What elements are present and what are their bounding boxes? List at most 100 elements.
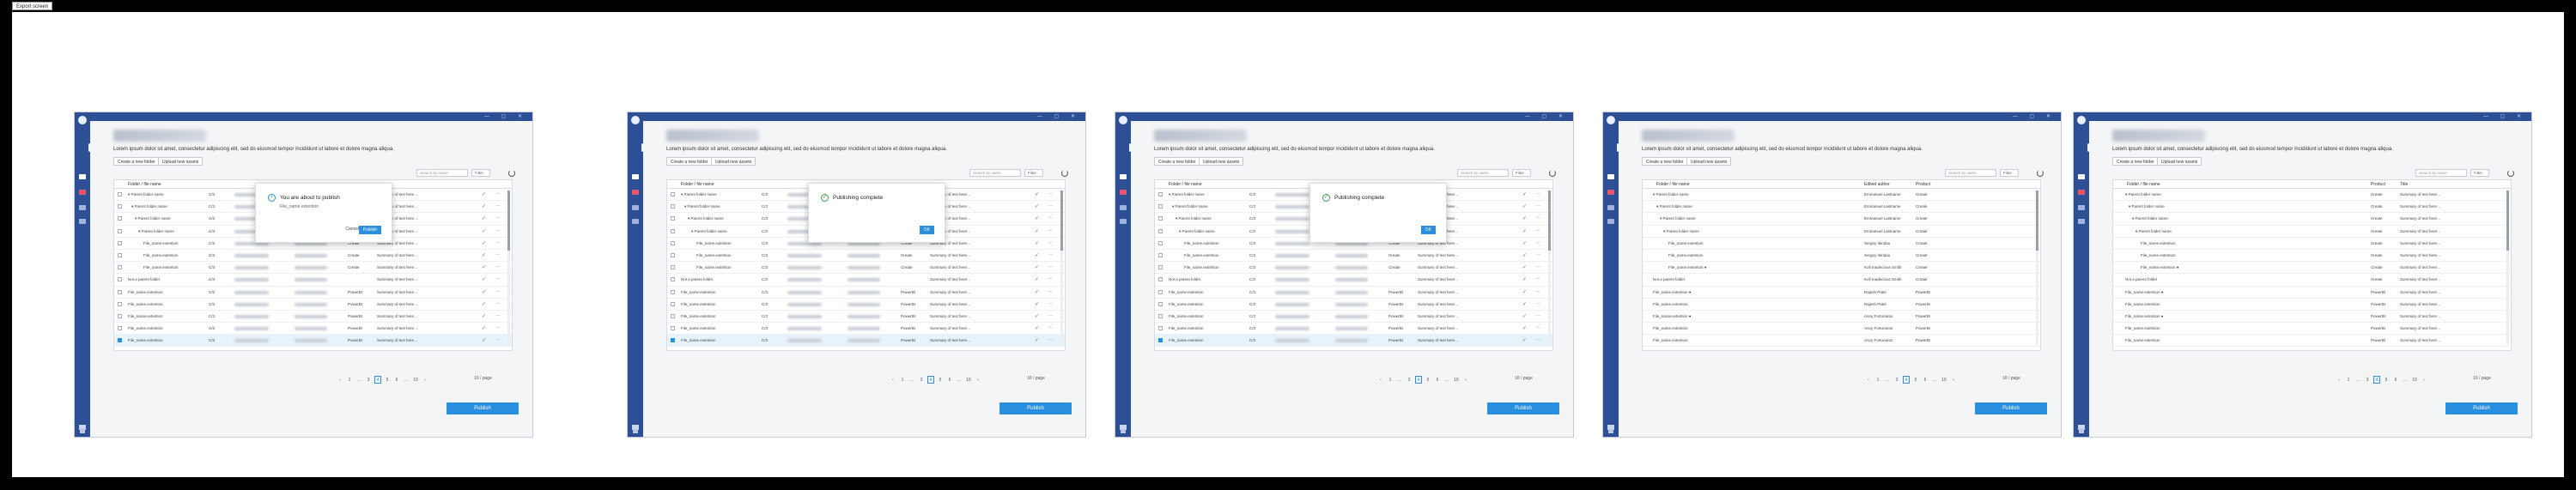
filter-dropdown[interactable]: Filter xyxy=(1024,169,1043,177)
table-scrollbar[interactable] xyxy=(507,191,510,345)
app-sidebar xyxy=(1115,112,1133,437)
upload-assets-button[interactable]: Upload new assets xyxy=(711,157,756,166)
col-folder-file[interactable]: Folder / file name xyxy=(128,182,161,187)
search-input[interactable]: Search by name xyxy=(969,169,1021,177)
filter-dropdown[interactable]: Filter xyxy=(1512,169,1531,177)
row-name: File_name.extention xyxy=(128,326,163,331)
footer-icon xyxy=(80,429,85,433)
nav-icon[interactable] xyxy=(632,205,639,210)
col-folder-file[interactable]: Folder / file name xyxy=(1169,182,1202,187)
nav-icon[interactable] xyxy=(1607,219,1614,224)
table-scrollbar[interactable] xyxy=(1060,191,1063,345)
page-description: Lorem ipsum dolor sit amet, consectetur … xyxy=(1154,147,1435,152)
nav-icon-alert[interactable] xyxy=(632,190,639,195)
col-title[interactable]: Title xyxy=(2400,182,2408,187)
pagination[interactable]: ‹ 1… 3 4 5 6… 10 › xyxy=(1865,376,1959,384)
pagination[interactable]: ‹ 1… 3 4 5 6… 10 › xyxy=(1377,376,1472,384)
create-folder-button[interactable]: Create a new folder xyxy=(1154,157,1200,166)
nav-icon-active[interactable] xyxy=(1607,174,1614,179)
create-folder-button[interactable]: Create a new folder xyxy=(2112,157,2159,166)
create-folder-button[interactable]: Create a new folder xyxy=(666,157,713,166)
row-name: File_name.extention xyxy=(143,240,179,245)
refresh-icon[interactable] xyxy=(2037,170,2044,177)
nav-icon[interactable] xyxy=(1120,205,1127,210)
col-product[interactable]: Product xyxy=(2371,182,2385,187)
app-sidebar xyxy=(75,112,92,437)
footer-icon xyxy=(633,429,638,433)
nav-icon[interactable] xyxy=(2078,219,2085,224)
create-folder-button[interactable]: Create a new folder xyxy=(113,157,160,166)
publish-button[interactable]: Publish xyxy=(2445,402,2518,414)
refresh-icon[interactable] xyxy=(508,170,515,177)
pagination[interactable]: ‹ 1… 3 4 5 6… 10 › xyxy=(2336,376,2430,384)
cancel-button[interactable]: Cancel xyxy=(345,227,359,232)
nav-icon-active[interactable] xyxy=(79,174,86,179)
filter-dropdown[interactable]: Filter xyxy=(2000,169,2019,177)
nav-icon[interactable] xyxy=(1607,205,1614,210)
upload-assets-button[interactable]: Upload new assets xyxy=(158,157,204,166)
col-edited-author[interactable]: Edited author xyxy=(1864,182,1890,187)
create-folder-button[interactable]: Create a new folder xyxy=(1642,157,1688,166)
window-controls[interactable]: — ▢ ✕ xyxy=(1525,113,1568,119)
publish-button[interactable]: Publish xyxy=(999,402,1072,414)
nav-icon[interactable] xyxy=(2078,205,2085,210)
pagination[interactable]: ‹ 1… 3 4 5 6… 10 › xyxy=(337,376,431,384)
search-input[interactable]: Search by name xyxy=(1457,169,1509,177)
upload-assets-button[interactable]: Upload new assets xyxy=(1199,157,1244,166)
per-page-select[interactable]: 10 / page xyxy=(2473,376,2491,381)
upload-assets-button[interactable]: Upload new assets xyxy=(2157,157,2202,166)
table-scrollbar[interactable] xyxy=(1548,191,1551,345)
title-bar: — ▢ ✕ xyxy=(643,112,1085,121)
table-scrollbar[interactable] xyxy=(2506,191,2509,345)
assets-table-edit-view: Folder / file name Edited author Product… xyxy=(1642,179,2041,351)
per-page-select[interactable]: 10 / page xyxy=(1027,376,1045,381)
page-title-blurred xyxy=(1642,130,1735,142)
row-name: ▾ Parent folder name xyxy=(138,228,174,233)
nav-icon-active[interactable] xyxy=(2078,174,2085,179)
ok-button[interactable]: OK xyxy=(919,226,934,234)
nav-icon[interactable] xyxy=(79,219,86,224)
search-input[interactable]: Search by name xyxy=(2415,169,2467,177)
footer-icon xyxy=(1608,429,1613,433)
publish-button[interactable]: Publish xyxy=(1975,402,2047,414)
table-body: ▾ Parent folder name Create Summary of tex… xyxy=(2113,189,2511,348)
per-page-select[interactable]: 10 / page xyxy=(474,376,492,381)
nav-icon-alert[interactable] xyxy=(1607,190,1614,195)
app-window-3: — ▢ ✕ Lorem ipsum dolor sit amet, consec… xyxy=(1115,112,1574,438)
col-folder-file[interactable]: Folder / file name xyxy=(2127,182,2160,187)
publish-button[interactable]: Publish xyxy=(1487,402,1559,414)
refresh-icon[interactable] xyxy=(1549,170,1556,177)
nav-icon-active[interactable] xyxy=(632,174,639,179)
col-folder-file[interactable]: Folder / file name xyxy=(1656,182,1690,187)
window-controls[interactable]: — ▢ ✕ xyxy=(2483,113,2526,119)
upload-assets-button[interactable]: Upload new assets xyxy=(1686,157,1732,166)
nav-icon-active[interactable] xyxy=(1120,174,1127,179)
search-input[interactable]: Search by name xyxy=(416,169,468,177)
footer-icon xyxy=(2079,429,2084,433)
search-input[interactable]: Search by name xyxy=(1945,169,1996,177)
ok-button[interactable]: OK xyxy=(1420,226,1436,234)
app-logo-icon xyxy=(1607,116,1615,124)
publish-button[interactable]: Publish xyxy=(447,402,519,414)
pagination[interactable]: ‹ 1… 3 4 5 6… 10 › xyxy=(890,376,984,384)
refresh-icon[interactable] xyxy=(2507,170,2514,177)
col-folder-file[interactable]: Folder / file name xyxy=(681,182,714,187)
per-page-select[interactable]: 10 / page xyxy=(2002,376,2020,381)
row-name: File_name.extention xyxy=(128,301,163,306)
nav-icon[interactable] xyxy=(79,205,86,210)
window-controls[interactable]: — ▢ ✕ xyxy=(2013,113,2056,119)
table-scrollbar[interactable] xyxy=(2036,191,2038,345)
filter-dropdown[interactable]: Filter xyxy=(471,169,490,177)
confirm-button[interactable]: Publish xyxy=(358,226,381,234)
col-product[interactable]: Product xyxy=(1916,182,1930,187)
nav-icon-alert[interactable] xyxy=(79,190,86,195)
nav-icon-alert[interactable] xyxy=(1120,190,1127,195)
window-controls[interactable]: — ▢ ✕ xyxy=(1037,113,1080,119)
refresh-icon[interactable] xyxy=(1061,170,1068,177)
nav-icon[interactable] xyxy=(632,219,639,224)
window-controls[interactable]: — ▢ ✕ xyxy=(484,113,527,119)
filter-dropdown[interactable]: Filter xyxy=(2470,169,2489,177)
per-page-select[interactable]: 10 / page xyxy=(1515,376,1533,381)
nav-icon[interactable] xyxy=(1120,219,1127,224)
nav-icon-alert[interactable] xyxy=(2078,190,2085,195)
